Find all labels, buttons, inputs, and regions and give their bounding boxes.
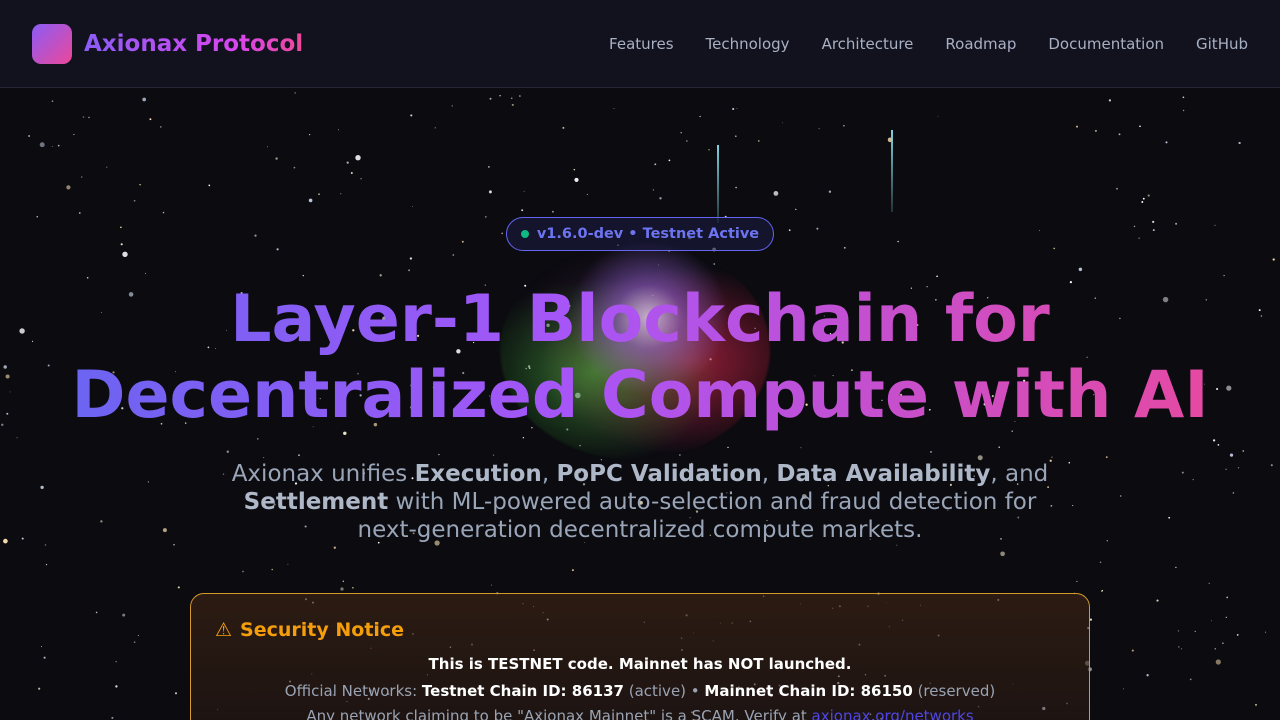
scam-warning: Any network claiming to be "Axionax Main… — [191, 707, 1089, 720]
nav-technology[interactable]: Technology — [706, 35, 790, 53]
light-streak — [717, 145, 719, 223]
brand[interactable]: Axionax Protocol — [32, 23, 304, 64]
mainnet-chain-id: Mainnet Chain ID: 86150 — [704, 682, 913, 700]
subtitle-text: Axionax unifies — [231, 461, 415, 487]
nav-architecture[interactable]: Architecture — [822, 35, 914, 53]
subtitle-text: with ML-powered auto-selection and fraud… — [357, 489, 1037, 543]
main-nav: Features Technology Architecture Roadmap… — [609, 35, 1248, 53]
scam-warning-text: Any network claiming to be "Axionax Main… — [306, 707, 812, 720]
subtitle-bold: Execution — [414, 461, 542, 487]
subtitle-text: , — [761, 461, 777, 487]
logo-icon — [32, 23, 72, 64]
subtitle-text: , and — [990, 461, 1049, 487]
brand-name: Axionax Protocol — [84, 30, 304, 57]
testnet-chain-id: Testnet Chain ID: 86137 — [421, 682, 624, 700]
nav-features[interactable]: Features — [609, 35, 674, 53]
security-notice-title: Security Notice — [240, 619, 405, 641]
security-notice-heading: ⚠ Security Notice — [215, 619, 404, 641]
mainnet-status: (reserved) — [912, 682, 996, 700]
nav-roadmap[interactable]: Roadmap — [945, 35, 1016, 53]
nav-documentation[interactable]: Documentation — [1048, 35, 1164, 53]
subtitle-text: , — [541, 461, 557, 487]
official-networks: Official Networks: Testnet Chain ID: 861… — [191, 682, 1089, 700]
hero-subtitle: Axionax unifies Execution, PoPC Validati… — [220, 460, 1060, 544]
hero-title-line1: Layer-1 Blockchain for — [230, 282, 1050, 357]
version-badge: v1.6.0-dev • Testnet Active — [506, 217, 774, 251]
security-notice: ⚠ Security Notice This is TESTNET code. … — [190, 593, 1090, 720]
status-dot-icon — [520, 230, 529, 238]
subtitle-bold: Data Availability — [776, 461, 991, 487]
testnet-warning: This is TESTNET code. Mainnet has NOT la… — [428, 655, 852, 673]
testnet-status: (active) • — [623, 682, 705, 700]
site-header: Axionax Protocol Features Technology Arc… — [0, 0, 1280, 88]
subtitle-bold: PoPC Validation — [556, 461, 762, 487]
hero-title-line2: Decentralized Compute with AI — [71, 358, 1209, 433]
verify-networks-link[interactable]: axionax.org/networks — [812, 707, 974, 720]
hero-title: Layer-1 Blockchain for Decentralized Com… — [0, 282, 1280, 434]
warning-icon: ⚠ — [215, 619, 233, 641]
version-badge-label: v1.6.0-dev • Testnet Active — [536, 226, 760, 242]
nav-github[interactable]: GitHub — [1196, 35, 1248, 53]
subtitle-bold: Settlement — [243, 489, 389, 515]
light-streak — [891, 130, 893, 212]
networks-label: Official Networks: — [284, 682, 422, 700]
